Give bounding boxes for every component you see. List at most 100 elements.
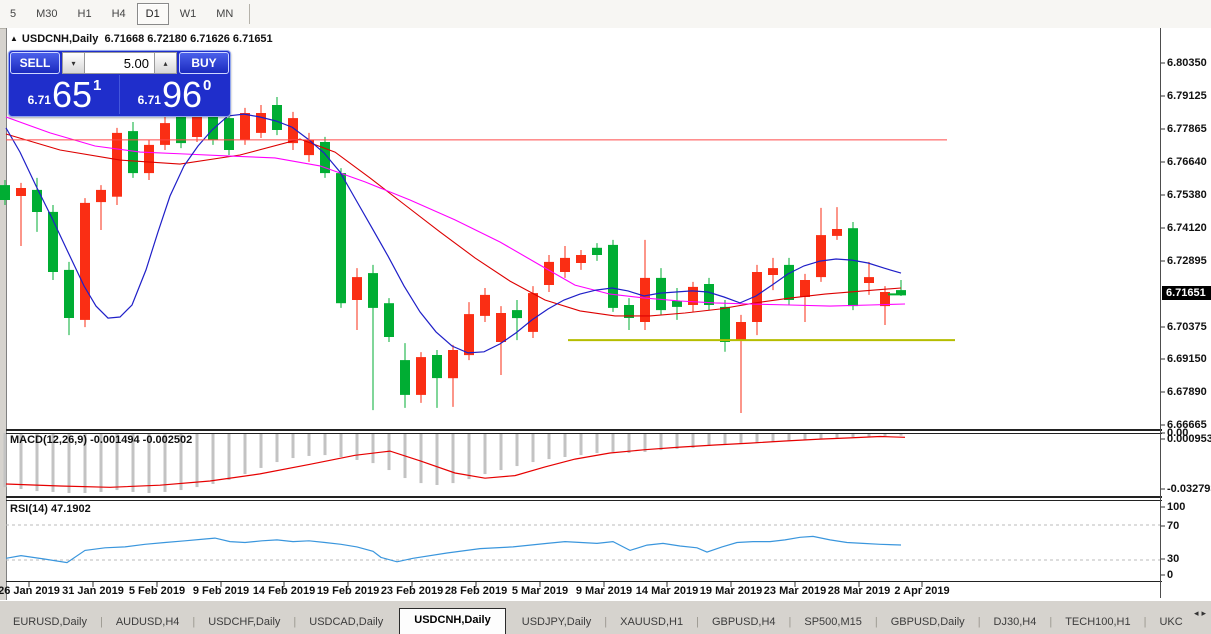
macd-histogram-bar: [579, 433, 583, 456]
timeframe-button-h1[interactable]: H1: [69, 3, 101, 25]
price-axis-label: 6.77865: [1167, 123, 1207, 135]
rsi-axis-label: 100: [1167, 501, 1186, 513]
candle-body: [768, 268, 778, 275]
tab-tech100-h1[interactable]: TECH100,H1: [1052, 611, 1143, 634]
buy-button[interactable]: BUY: [179, 52, 229, 74]
candle-body: [32, 189, 42, 212]
date-axis-label: 5 Mar 2019: [511, 585, 569, 597]
macd-histogram-bar: [563, 433, 567, 457]
chart-symbol: USDCNH,Daily: [21, 33, 99, 45]
macd-histogram-bar: [371, 433, 375, 464]
tab-ukc[interactable]: UKC: [1146, 611, 1195, 634]
tab-gbpusd-daily[interactable]: GBPUSD,Daily: [878, 611, 978, 634]
macd-axis-label: 0.000953: [1167, 433, 1211, 445]
date-axis-label: 23 Mar 2019: [763, 585, 827, 597]
date-axis-label: 2 Apr 2019: [894, 585, 950, 597]
candle-body: [736, 322, 746, 341]
sell-price-display[interactable]: 6.71 65 1: [10, 75, 119, 114]
candle-body: [528, 293, 538, 332]
tab-scroll-right-icon[interactable]: ▸: [1201, 608, 1209, 618]
price-axis-label: 6.70375: [1167, 321, 1207, 333]
candle-body: [336, 173, 346, 304]
candle-body: [784, 264, 794, 300]
macd-histogram-bar: [483, 433, 487, 475]
date-axis-label: 19 Mar 2019: [699, 585, 763, 597]
candle-body: [16, 188, 26, 196]
tab-xauusd-h1[interactable]: XAUUSD,H1: [607, 611, 696, 634]
candle-body: [160, 123, 170, 145]
candle-body: [224, 118, 234, 150]
price-axis-label: 6.79125: [1167, 90, 1207, 102]
macd-axis-label: -0.032793: [1167, 483, 1211, 495]
tab-audusd-h4[interactable]: AUDUSD,H4: [103, 611, 193, 634]
rsi-axis-label: 30: [1167, 553, 1180, 565]
macd-histogram-bar: [707, 433, 711, 447]
volume-increase-button[interactable]: ▴: [154, 52, 177, 74]
timeframe-button-h4[interactable]: H4: [103, 3, 135, 25]
candle-body: [400, 360, 410, 395]
macd-histogram-bar: [771, 433, 775, 443]
candle-body: [384, 303, 394, 337]
candle-body: [432, 355, 442, 379]
trading-terminal-window: 5 M30 H1 H4 D1 W1 MN ▲ USDCNH,Daily 6.71668 6.7…: [0, 0, 1211, 634]
toolbar-separator: [249, 4, 251, 24]
macd-histogram-bar: [547, 433, 551, 460]
chart-tab-bar: EURUSD,Daily | AUDUSD,H4 | USDCHF,Daily | USDC…: [0, 600, 1211, 634]
candle-body: [192, 114, 202, 137]
sell-price-big: 65: [51, 74, 93, 115]
macd-histogram-bar: [275, 433, 279, 463]
tab-usdjpy-daily[interactable]: USDJPY,Daily: [509, 611, 605, 634]
date-axis-label: 31 Jan 2019: [62, 585, 124, 597]
candle-body: [848, 228, 858, 307]
timeframe-button-w1[interactable]: W1: [171, 3, 206, 25]
panel-separator: [6, 500, 1162, 501]
date-axis-label: 14 Mar 2019: [635, 585, 699, 597]
macd-histogram-bar: [291, 433, 295, 459]
rsi-axis-label: 0: [1167, 569, 1174, 581]
volume-decrease-button[interactable]: ▾: [62, 52, 85, 74]
price-axis-label: 6.72895: [1167, 255, 1207, 267]
sell-button[interactable]: SELL: [10, 52, 60, 74]
macd-histogram-bar: [307, 433, 311, 456]
macd-histogram-bar: [659, 433, 663, 451]
date-axis-label: 23 Feb 2019: [380, 585, 444, 597]
timeframe-button-mn[interactable]: MN: [207, 3, 242, 25]
timeframe-button-d1[interactable]: D1: [136, 3, 169, 25]
panel-separator[interactable]: [6, 429, 1162, 431]
macd-histogram-bar: [243, 433, 247, 475]
timeframe-toolbar: 5 M30 H1 H4 D1 W1 MN: [0, 0, 1211, 29]
buy-price-display[interactable]: 6.71 96 0: [119, 75, 229, 114]
tab-usdcnh-daily[interactable]: USDCNH,Daily: [399, 608, 506, 634]
sell-price-sup: 1: [93, 77, 102, 94]
tab-scroll-arrows[interactable]: ◂▸: [1194, 608, 1209, 619]
macd-histogram-bar: [339, 433, 343, 457]
chart-title: ▲ USDCNH,Daily 6.71668 6.72180 6.71626 6.…: [10, 33, 273, 45]
price-axis-label: 6.76640: [1167, 156, 1207, 168]
candle-body: [368, 273, 378, 308]
candle-body: [64, 269, 74, 318]
tab-eurusd-daily[interactable]: EURUSD,Daily: [0, 611, 100, 634]
tab-usdchf-daily[interactable]: USDCHF,Daily: [195, 611, 293, 634]
candle-body: [144, 144, 154, 174]
tab-usdcad-daily[interactable]: USDCAD,Daily: [296, 611, 396, 634]
price-axis-label: 6.74120: [1167, 222, 1207, 234]
timeframe-button-m30[interactable]: M30: [27, 3, 66, 25]
panel-separator[interactable]: [6, 496, 1162, 498]
panel-separator: [6, 581, 1162, 582]
volume-input[interactable]: 5.00: [85, 52, 154, 74]
date-axis-label: 28 Feb 2019: [444, 585, 508, 597]
candle-body: [592, 247, 602, 255]
tab-sp500-m15[interactable]: SP500,M15: [791, 611, 874, 634]
tab-gbpusd-h4[interactable]: GBPUSD,H4: [699, 611, 789, 634]
macd-histogram-bar: [787, 433, 791, 441]
macd-histogram-bar: [675, 433, 679, 449]
price-axis-label: 6.75380: [1167, 189, 1207, 201]
buy-price-big: 96: [161, 74, 203, 115]
candle-body: [720, 306, 730, 342]
candle-body: [416, 357, 426, 395]
date-axis-label: 14 Feb 2019: [252, 585, 316, 597]
tab-dj30-h4[interactable]: DJ30,H4: [981, 611, 1050, 634]
macd-histogram-bar: [451, 433, 455, 484]
current-price-label: 6.71651: [1162, 286, 1211, 300]
timeframe-button-5[interactable]: 5: [1, 3, 25, 25]
